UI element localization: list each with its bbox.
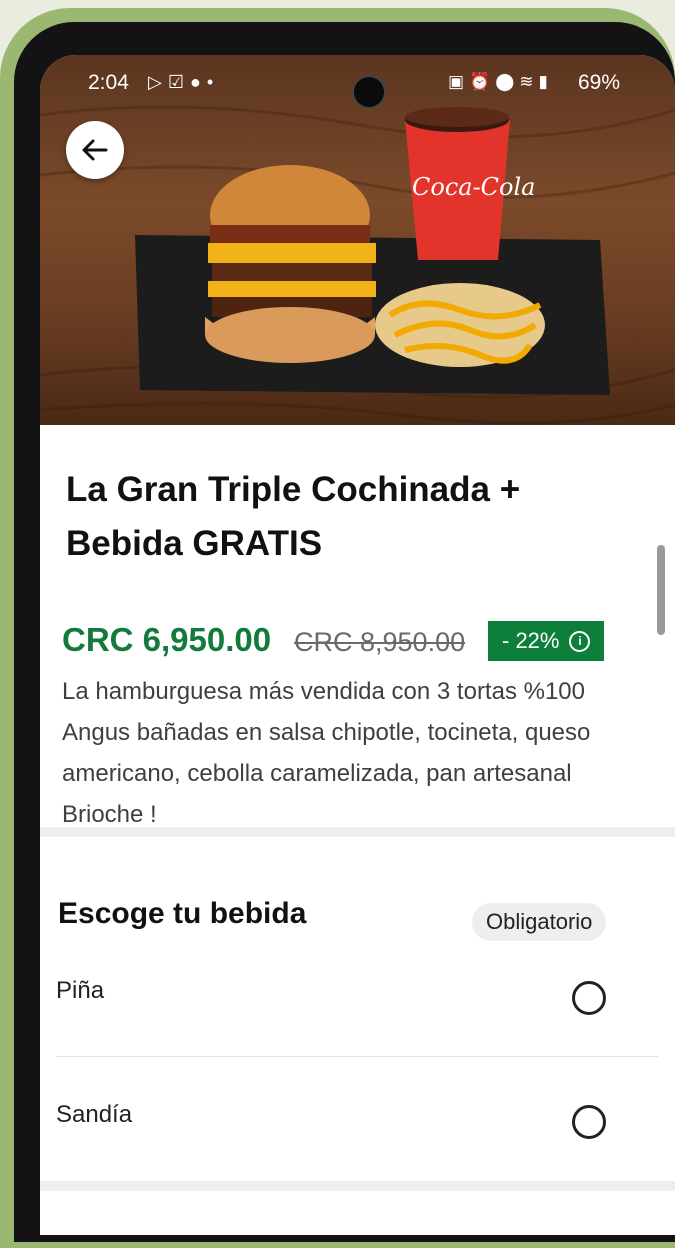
battery-level: 69%	[578, 71, 621, 94]
fries	[375, 283, 545, 367]
notification-icons: ▷☑●•	[148, 72, 219, 93]
info-icon: i	[569, 630, 591, 652]
drink-section-header: Escoge tu bebida Obligatorio	[40, 837, 675, 941]
play-store-icon: ▷	[148, 72, 168, 92]
price-row: CRC 6,950.00 CRC 8,950.00 - 22% i	[62, 617, 662, 661]
scrollbar[interactable]	[657, 545, 665, 635]
status-bar: 2:04 ▷☑●• ▣⏰⬤≋▮ 69%	[40, 55, 675, 111]
burger	[205, 165, 376, 363]
checkbox-icon: ☑	[167, 72, 190, 92]
section-title: Escoge tu bebida	[58, 897, 307, 930]
chat-icon: ●	[189, 72, 207, 92]
dot-icon: •	[206, 72, 220, 92]
product-title: La Gran Triple Cochinada + Bebida GRATIS	[66, 463, 626, 571]
section-divider	[40, 827, 675, 837]
front-camera	[352, 75, 386, 109]
alarm-icon: ⏰	[469, 72, 496, 91]
location-icon: ⬤	[495, 72, 520, 91]
signal-icon: ▮	[538, 72, 553, 91]
product-description: La hamburguesa más vendida con 3 tortas …	[62, 678, 591, 828]
back-button[interactable]	[66, 121, 124, 179]
wifi-icon: ≋	[519, 72, 539, 91]
system-icons: ▣⏰⬤≋▮	[448, 72, 553, 92]
product-hero-image: Coca-Cola 2:04 ▷☑●• ▣⏰⬤≋▮ 69%	[40, 55, 675, 425]
original-price: CRC 8,950.00	[294, 627, 466, 657]
option-row-sandia[interactable]: Sandía	[40, 1057, 675, 1181]
section-divider-bottom	[40, 1181, 675, 1191]
discount-badge[interactable]: - 22% i	[488, 621, 605, 661]
title-line-1: La Gran Triple Cochinada +	[66, 470, 521, 509]
clipboard-icon: ▣	[448, 72, 470, 91]
title-line-2: Bebida GRATIS	[66, 524, 323, 563]
cup-brand-text: Coca-Cola	[412, 173, 535, 201]
status-time: 2:04	[88, 71, 129, 94]
radio-button[interactable]	[572, 981, 606, 1015]
app-screen: Coca-Cola 2:04 ▷☑●• ▣⏰⬤≋▮ 69% La Gran Tr…	[40, 55, 675, 1235]
option-label: Piña	[56, 977, 105, 1004]
discount-label: - 22%	[502, 628, 560, 653]
current-price: CRC 6,950.00	[62, 621, 272, 658]
option-row-pina[interactable]: Piña	[40, 933, 675, 1057]
radio-button[interactable]	[572, 1105, 606, 1139]
arrow-left-icon	[82, 139, 108, 161]
option-label: Sandía	[56, 1101, 133, 1128]
